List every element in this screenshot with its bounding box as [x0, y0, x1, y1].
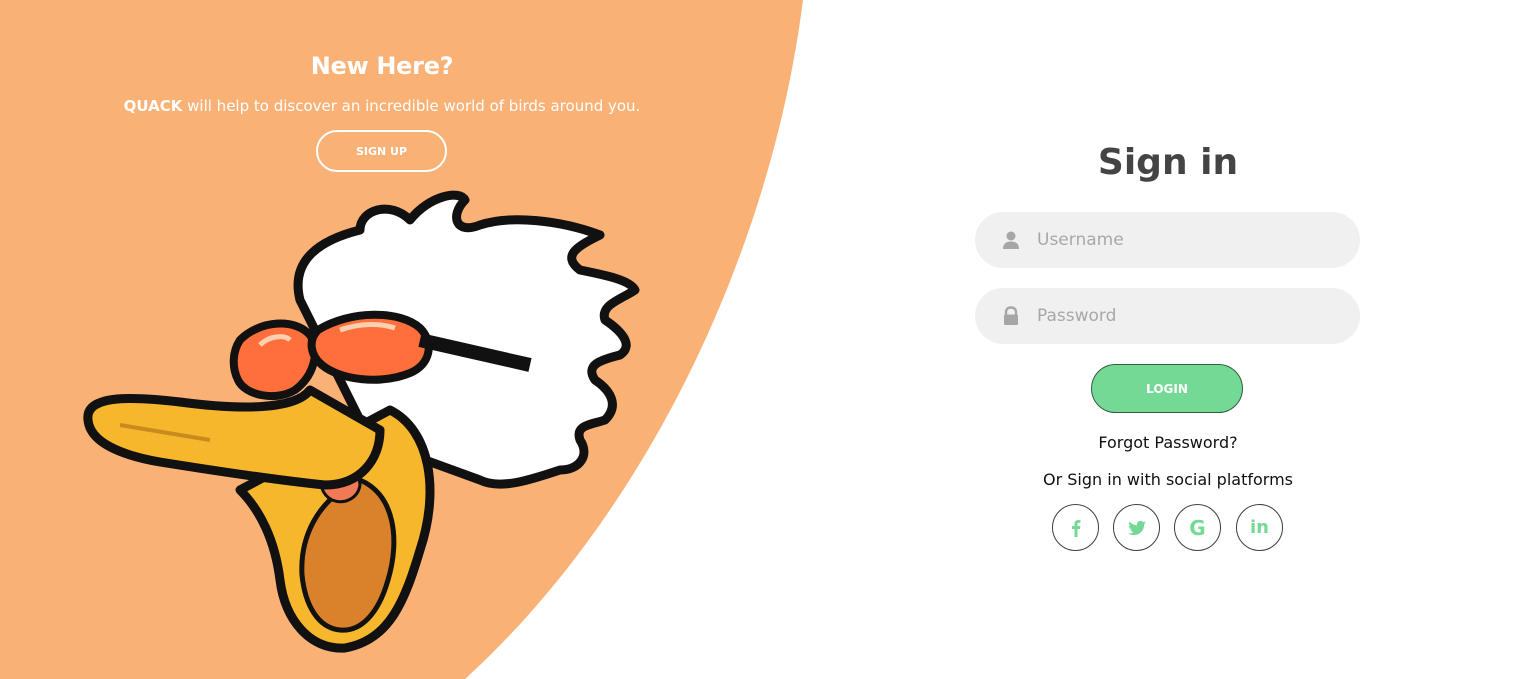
facebook-icon [1071, 519, 1080, 537]
username-input[interactable] [1037, 212, 1337, 268]
login-button[interactable]: LOGIN [1091, 364, 1243, 413]
facebook-button[interactable] [1052, 504, 1099, 551]
social-signin-label: Or Sign in with social platforms [1043, 470, 1293, 489]
twitter-button[interactable] [1113, 504, 1160, 551]
username-field[interactable] [975, 212, 1360, 268]
password-field[interactable] [975, 288, 1360, 344]
brand-name: QUACK [123, 97, 183, 115]
sign-up-button[interactable]: SIGN UP [316, 130, 447, 172]
forgot-password-link[interactable]: Forgot Password? [968, 433, 1368, 452]
promo-description: QUACK will help to discover an incredibl… [0, 97, 764, 115]
promo-title: New Here? [310, 52, 454, 80]
promo-description-text: will help to discover an incredible worl… [182, 97, 641, 115]
user-icon [1003, 231, 1019, 249]
linkedin-icon: in [1250, 517, 1269, 538]
sign-in-title: Sign in [1097, 142, 1239, 183]
google-button[interactable]: G [1174, 504, 1221, 551]
twitter-icon [1127, 520, 1146, 535]
password-input[interactable] [1037, 288, 1337, 344]
google-icon: G [1189, 515, 1206, 540]
duck-mascot-illustration [83, 190, 640, 653]
linkedin-button[interactable]: in [1236, 504, 1283, 551]
lock-icon [1004, 306, 1018, 325]
